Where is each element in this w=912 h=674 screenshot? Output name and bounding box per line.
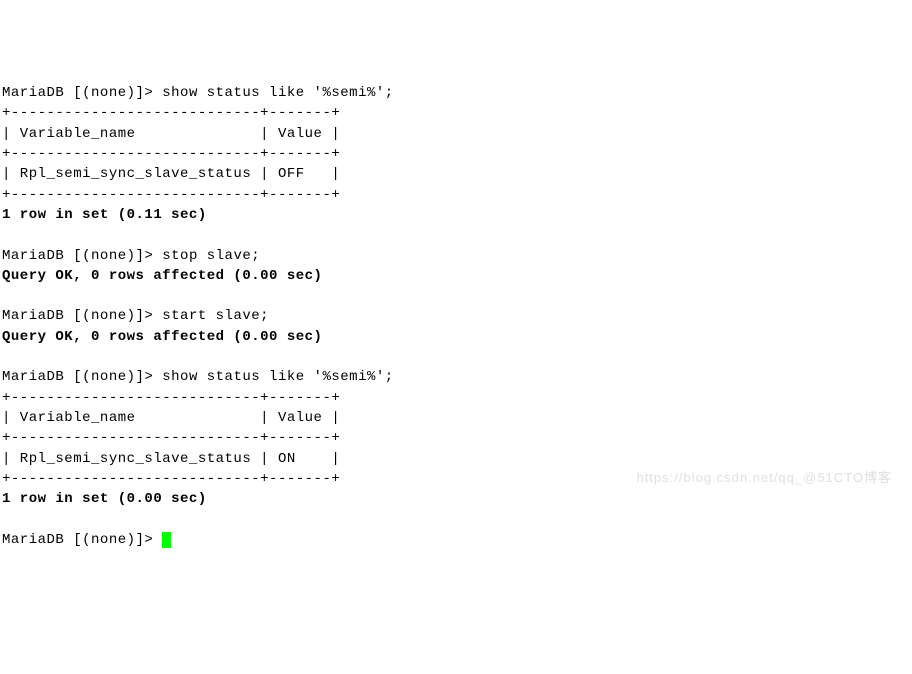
query-stop-slave: stop slave; <box>162 248 260 264</box>
table-border: +----------------------------+-------+ <box>2 105 340 121</box>
table-border: +----------------------------+-------+ <box>2 390 340 406</box>
table-row: | Rpl_semi_sync_slave_status | OFF | <box>2 166 340 182</box>
table-header: | Variable_name | Value | <box>2 126 340 142</box>
prompt: MariaDB [(none)]> <box>2 532 162 548</box>
prompt: MariaDB [(none)]> <box>2 85 162 101</box>
table-border: +----------------------------+-------+ <box>2 430 340 446</box>
terminal-cursor[interactable] <box>162 532 171 548</box>
table-border: +----------------------------+-------+ <box>2 187 340 203</box>
result-query-ok: Query OK, 0 rows affected (0.00 sec) <box>2 268 322 284</box>
prompt: MariaDB [(none)]> <box>2 248 162 264</box>
result-rows-in-set: 1 row in set (0.11 sec) <box>2 207 207 223</box>
table-row: | Rpl_semi_sync_slave_status | ON | <box>2 451 340 467</box>
table-header: | Variable_name | Value | <box>2 410 340 426</box>
table-border: +----------------------------+-------+ <box>2 146 340 162</box>
watermark-text: https://blog.csdn.net/qq_@51CTO博客 <box>636 469 892 488</box>
query-start-slave: start slave; <box>162 308 269 324</box>
result-query-ok: Query OK, 0 rows affected (0.00 sec) <box>2 329 322 345</box>
query-show-status-2: show status like '%semi%'; <box>162 369 393 385</box>
prompt: MariaDB [(none)]> <box>2 369 162 385</box>
result-rows-in-set: 1 row in set (0.00 sec) <box>2 491 207 507</box>
prompt: MariaDB [(none)]> <box>2 308 162 324</box>
query-show-status-1: show status like '%semi%'; <box>162 85 393 101</box>
table-border: +----------------------------+-------+ <box>2 471 340 487</box>
